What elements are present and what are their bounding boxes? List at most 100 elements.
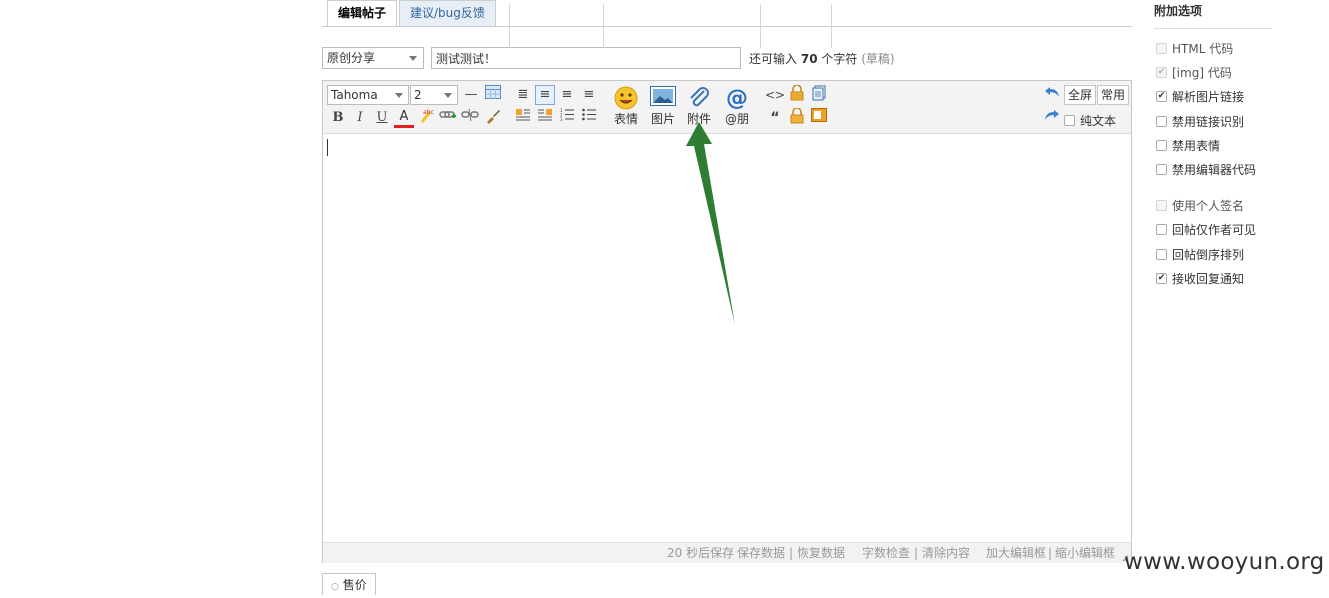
watermark: www.wooyun.org [1124,549,1325,575]
remaining-chars: 还可输入 70 个字符 (草稿) [749,50,895,67]
post-type-value: 原创分享 [327,51,376,65]
plain-text-checkbox[interactable] [1064,115,1075,126]
chevron-down-icon [409,56,417,61]
draft-link[interactable]: (草稿) [861,52,894,66]
font-select[interactable]: Tahoma [327,85,409,105]
align-right-icon[interactable]: ≡ [579,85,599,105]
float-left-icon[interactable] [513,108,533,128]
bold-button[interactable]: B [328,108,348,128]
align-left-icon[interactable]: ≡ [535,85,555,105]
status-separator: | [1048,546,1053,560]
option-label: 解析图片链接 [1172,90,1245,104]
bullet-icon: ○ [331,582,339,592]
enlarge-editor-link[interactable]: 加大编辑框 [986,543,1046,563]
price-tab-label: 售价 [342,578,367,592]
restore-data-link[interactable]: 恢复数据 [797,543,845,563]
image-button[interactable]: 图片 [646,86,680,126]
code-icon[interactable]: <> [765,85,785,105]
word-check-link[interactable]: 字数检查 [862,543,910,563]
shrink-editor-link[interactable]: 缩小编辑框 [1055,543,1115,563]
option-checkbox [1156,200,1167,211]
italic-button[interactable]: I [350,108,370,128]
clear-format-icon[interactable] [483,108,503,128]
toolbar-separator [509,4,510,48]
underline-button[interactable]: U [372,108,392,128]
status-separator: | [914,546,919,560]
ordered-list-icon[interactable]: 123 [557,108,577,128]
font-value: Tahoma [331,88,378,102]
font-color-button[interactable]: A [394,108,414,128]
common-button[interactable]: 常用 [1097,85,1130,105]
emoji-label: 表情 [613,112,638,126]
size-value: 2 [414,88,422,102]
option-checkbox [1156,43,1167,54]
align-center-icon[interactable]: ≡ [557,85,577,105]
image-icon [646,86,680,112]
option-checkbox[interactable] [1156,249,1167,260]
option-label: 禁用链接识别 [1172,115,1245,129]
page-icon[interactable] [809,85,829,105]
annotation-arrow [686,122,735,325]
sidebar-title: 附加选项 [1154,4,1203,18]
option-checkbox[interactable] [1156,116,1167,127]
tabs-divider [322,26,1132,27]
option-label: 接收回复通知 [1172,272,1245,286]
emoji-button[interactable]: 表情 [609,86,643,126]
remaining-suffix: 个字符 [821,52,858,66]
unlink-icon[interactable] [460,108,480,128]
option-checkbox[interactable] [1156,164,1167,175]
hide-content-icon[interactable] [787,84,807,105]
title-input[interactable] [431,47,741,69]
price-tab[interactable]: ○ 售价 [322,573,376,595]
lock-icon[interactable] [787,107,807,128]
undo-icon[interactable] [1042,85,1062,105]
toolbar-separator [603,4,604,48]
plain-text-label: 纯文本 [1080,114,1117,128]
highlight-icon[interactable]: abc [416,108,436,128]
table-icon[interactable] [483,85,503,105]
option-label: 使用个人签名 [1172,199,1245,213]
option-checkbox[interactable]: ✔ [1156,273,1167,284]
status-separator: | [789,546,794,560]
tab-feedback[interactable]: 建议/bug反馈 [399,0,496,26]
smiley-icon [609,86,643,112]
toolbar-separator [760,4,761,48]
chevron-down-icon [444,93,452,98]
option-checkbox[interactable] [1156,140,1167,151]
align-justify-icon[interactable]: ≣ [513,85,533,105]
horizontal-rule-icon[interactable]: — [461,85,481,105]
chevron-down-icon [395,93,403,98]
fullscreen-button[interactable]: 全屏 [1064,85,1097,105]
text-caret [327,139,328,156]
option-label: 禁用编辑器代码 [1172,163,1257,177]
unordered-list-icon[interactable] [579,108,599,128]
remaining-prefix: 还可输入 [749,52,798,66]
remaining-count: 70 [800,52,818,66]
option-label: 回帖倒序排列 [1172,248,1245,262]
link-add-icon[interactable] [438,108,458,128]
at-icon: @ [726,86,748,111]
option-label: 禁用表情 [1172,139,1221,153]
option-checkbox: ✔ [1156,67,1167,78]
paperclip-icon [682,86,716,112]
option-label: HTML 代码 [1172,42,1234,56]
size-select[interactable]: 2 [410,85,458,105]
toolbar-separator [831,4,832,48]
save-data-link[interactable]: 保存数据 [737,543,785,563]
svg-text:3: 3 [560,117,563,121]
tab-edit-post[interactable]: 编辑帖子 [327,0,398,27]
editor-statusbar: 20 秒后保存 保存数据 | 恢复数据 字数检查 | 清除内容 加大编辑框 | … [323,542,1131,563]
option-checkbox[interactable]: ✔ [1156,91,1167,102]
svg-text:abc: abc [423,109,434,116]
autosave-text: 20 秒后保存 [667,546,735,560]
option-label: [img] 代码 [1172,66,1232,80]
clear-content-link[interactable]: 清除内容 [922,543,970,563]
sidebar-divider [1154,28,1272,29]
option-checkbox[interactable] [1156,224,1167,235]
free-content-icon[interactable] [809,108,829,128]
option-label: 回帖仅作者可见 [1172,223,1257,237]
post-type-select[interactable]: 原创分享 [322,47,424,69]
redo-icon[interactable] [1042,108,1062,128]
float-right-icon[interactable] [535,108,555,128]
quote-icon[interactable]: “ [765,108,785,128]
